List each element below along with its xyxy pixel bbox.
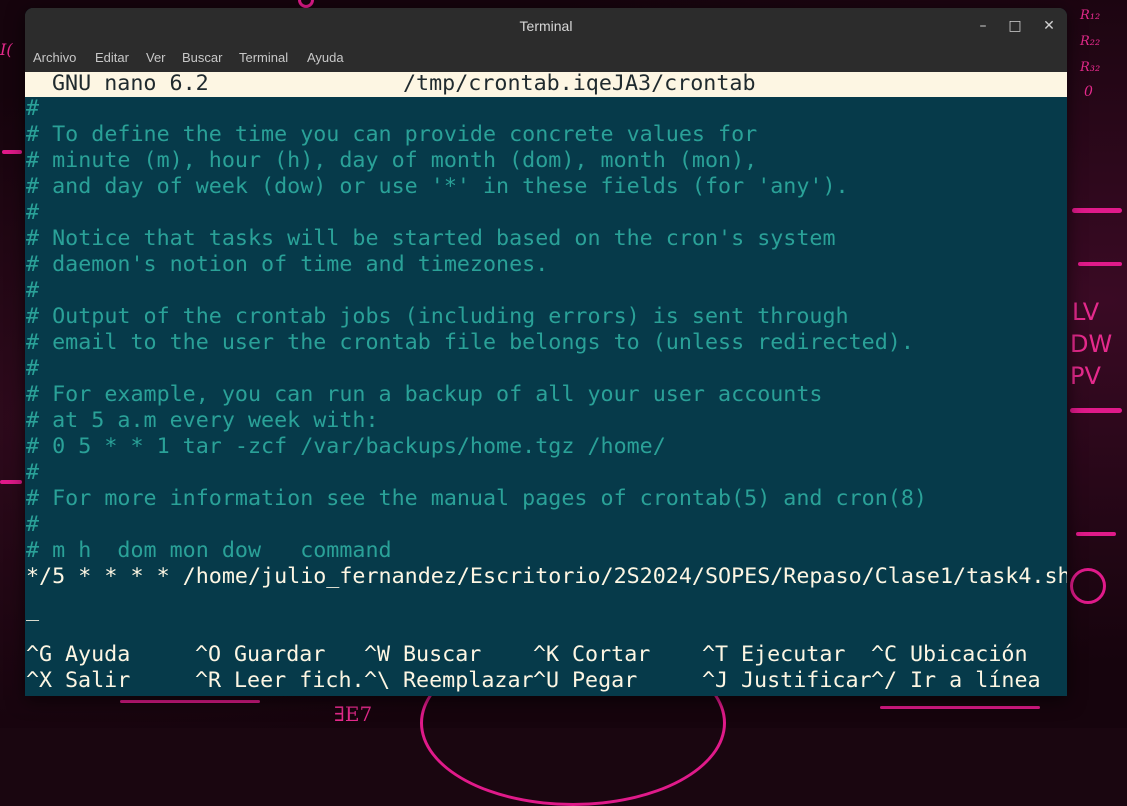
menu-terminal[interactable]: Terminal — [239, 44, 288, 72]
nano-version: GNU nano 6.2 — [52, 71, 209, 96]
text-cursor: _ — [26, 597, 40, 622]
menu-ayuda[interactable]: Ayuda — [307, 44, 344, 72]
shortcut-key-location: ^C — [871, 642, 898, 667]
cron-entry-line[interactable]: */5 * * * * /home/julio_fernandez/Escrit… — [26, 564, 1067, 590]
terminal-window: Terminal – □ ✕ Archivo Editar Ver Buscar… — [25, 8, 1067, 696]
wallpaper-glyph: R₃₂ — [1080, 60, 1101, 75]
comment-line: # — [26, 200, 40, 225]
shortcut-key-search: ^W — [364, 642, 391, 667]
shortcut-key-read-file: ^R — [195, 668, 222, 693]
wallpaper-stroke — [1070, 408, 1122, 413]
minimize-button[interactable]: – — [971, 14, 995, 38]
comment-line: # For more information see the manual pa… — [26, 486, 927, 511]
comment-line: # and day of week (dow) or use '*' in th… — [26, 174, 849, 199]
wallpaper-glyph: ∃E7 — [334, 702, 373, 726]
wallpaper-stroke — [880, 706, 1040, 709]
shortcut-label-help[interactable]: Ayuda — [65, 642, 130, 668]
shortcut-key-exit: ^X — [26, 668, 53, 693]
wallpaper-glyph: 0 — [1084, 84, 1093, 100]
wallpaper-stroke — [0, 480, 22, 484]
comment-line: # minute (m), hour (h), day of month (do… — [26, 148, 758, 173]
shortcut-key-execute: ^T — [702, 642, 729, 667]
menu-buscar[interactable]: Buscar — [182, 44, 222, 72]
shortcut-key-justify: ^J — [702, 668, 729, 693]
terminal-content[interactable]: GNU nano 6.2 /tmp/crontab.iqeJA3/crontab… — [25, 71, 1067, 696]
shortcut-key-save: ^O — [195, 642, 222, 667]
comment-line: # m h dom mon dow command — [26, 538, 392, 563]
comment-line: # — [26, 96, 40, 121]
shortcut-label-location[interactable]: Ubicación — [910, 642, 1028, 668]
shortcut-label-exit[interactable]: Salir — [65, 668, 130, 694]
comment-line: # — [26, 512, 40, 537]
wallpaper-circle — [1070, 568, 1106, 604]
menu-archivo[interactable]: Archivo — [33, 44, 76, 72]
comment-line: # Output of the crontab jobs (including … — [26, 304, 849, 329]
shortcut-label-replace[interactable]: Reemplazar — [403, 668, 534, 694]
window-title: Terminal — [519, 18, 573, 34]
comment-line: # To define the time you can provide con… — [26, 122, 758, 147]
wallpaper-glyph: I( — [0, 40, 13, 59]
wallpaper-circle — [298, 0, 314, 8]
wallpaper-glyph: DW — [1070, 330, 1113, 358]
menu-bar: Archivo Editar Ver Buscar Terminal Ayuda — [25, 44, 1067, 72]
shortcut-label-paste[interactable]: Pegar — [572, 668, 637, 694]
comment-line: # Notice that tasks will be started base… — [26, 226, 836, 251]
wallpaper-glyph: R₁₂ — [1080, 8, 1101, 23]
close-button[interactable]: ✕ — [1037, 14, 1061, 38]
comment-line: # 0 5 * * 1 tar -zcf /var/backups/home.t… — [26, 434, 666, 459]
shortcut-key-paste: ^U — [533, 668, 560, 693]
comment-line: # at 5 a.m every week with: — [26, 408, 379, 433]
comment-line: # — [26, 278, 40, 303]
menu-ver[interactable]: Ver — [146, 44, 166, 72]
nano-file-path: /tmp/crontab.iqeJA3/crontab — [403, 71, 756, 96]
wallpaper-glyph: LV — [1072, 298, 1100, 326]
shortcut-key-replace: ^\ — [364, 668, 391, 693]
wallpaper-stroke — [2, 150, 22, 154]
wallpaper-stroke — [1072, 208, 1122, 213]
wallpaper-glyph: PV — [1070, 362, 1101, 390]
comment-line: # For example, you can run a backup of a… — [26, 382, 823, 407]
comment-line: # — [26, 460, 40, 485]
shortcut-label-justify[interactable]: Justificar — [741, 668, 872, 694]
shortcut-key-cut: ^K — [533, 642, 560, 667]
shortcut-label-save[interactable]: Guardar — [234, 642, 325, 668]
shortcut-label-cut[interactable]: Cortar — [572, 642, 650, 668]
wallpaper-stroke — [120, 700, 260, 703]
shortcut-label-search[interactable]: Buscar — [403, 642, 481, 668]
shortcut-label-go-to-line[interactable]: Ir a línea — [910, 668, 1041, 694]
wallpaper-stroke — [1078, 262, 1122, 266]
shortcut-key-help: ^G — [26, 642, 53, 667]
comment-line: # email to the user the crontab file bel… — [26, 330, 914, 355]
comment-line: # — [26, 356, 40, 381]
window-titlebar[interactable]: Terminal – □ ✕ — [25, 8, 1067, 44]
maximize-button[interactable]: □ — [1003, 14, 1027, 38]
menu-editar[interactable]: Editar — [95, 44, 129, 72]
shortcut-key-go-to-line: ^/ — [871, 668, 898, 693]
shortcut-label-read-file[interactable]: Leer fich. — [234, 668, 365, 694]
wallpaper-glyph: R₂₂ — [1080, 34, 1101, 49]
comment-line: # daemon's notion of time and timezones. — [26, 252, 549, 277]
wallpaper-stroke — [1076, 532, 1116, 536]
shortcut-label-execute[interactable]: Ejecutar — [741, 642, 845, 668]
